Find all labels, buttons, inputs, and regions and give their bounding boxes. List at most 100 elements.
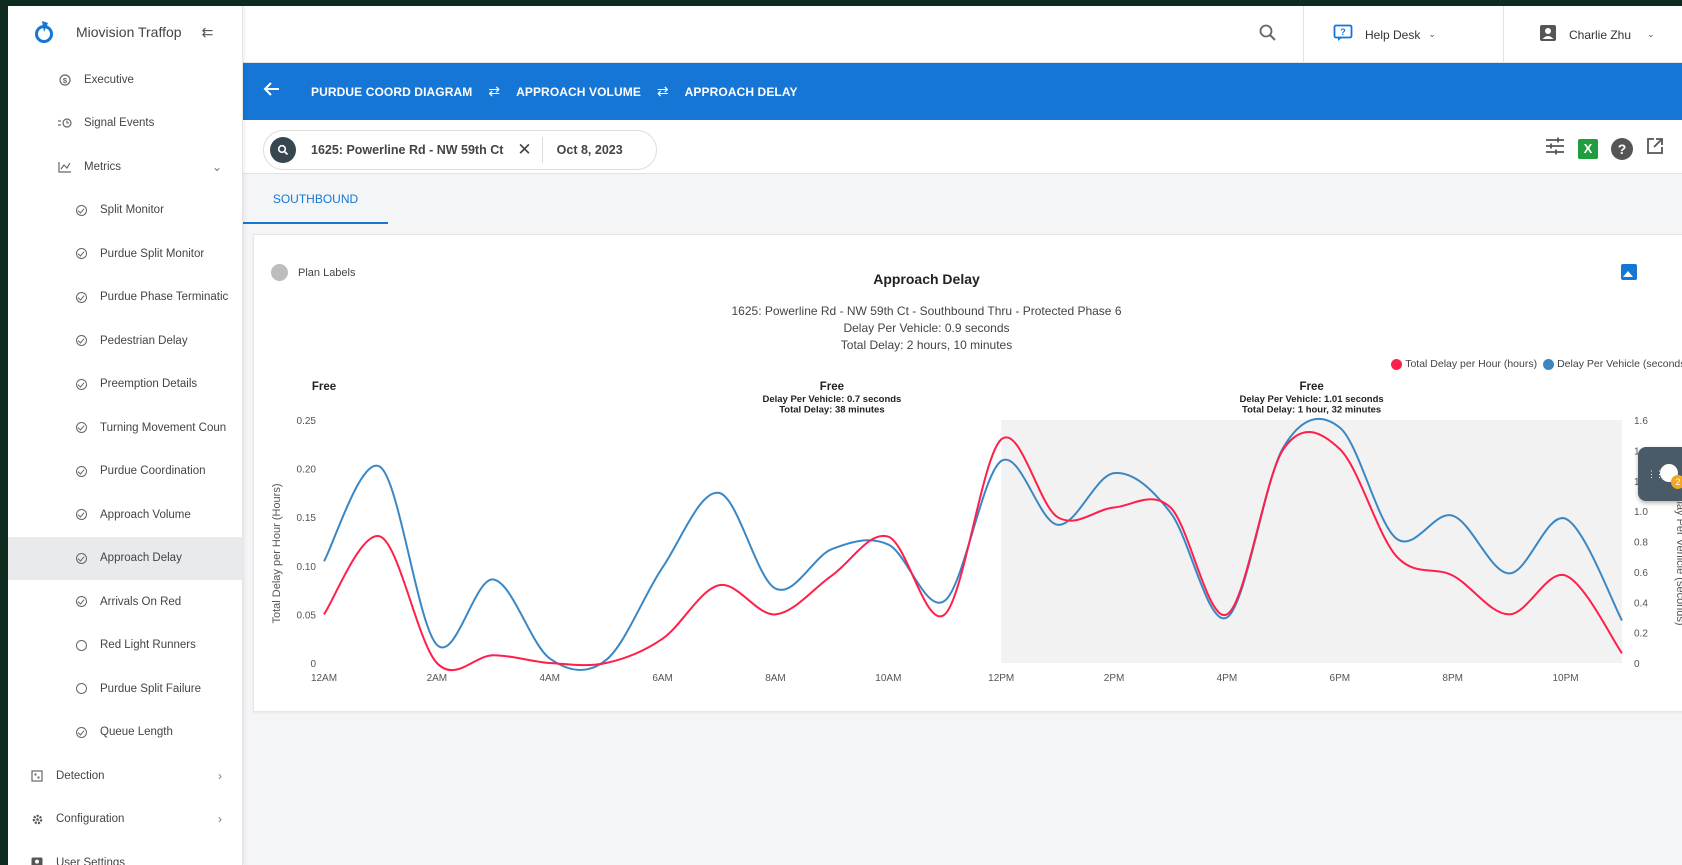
y-tick-label: 0.15 — [297, 513, 317, 524]
sidebar-item-purdue-split-monitor[interactable]: Purdue Split Monitor — [8, 232, 242, 276]
legend-label: Total Delay per Hour (hours) — [1405, 358, 1538, 370]
sidebar-item-label: Split Monitor — [100, 204, 164, 217]
excel-export-icon[interactable]: X — [1578, 138, 1598, 159]
legend-item-total-delay[interactable]: Total Delay per Hour (hours) — [1391, 358, 1537, 370]
legend-marker-icon — [1391, 358, 1403, 370]
sidebar-item-approach-volume[interactable]: Approach Volume — [8, 493, 242, 537]
sidebar-item-purdue-coordination[interactable]: Purdue Coordination — [8, 450, 242, 494]
check-circle-icon — [74, 595, 88, 609]
sidebar-item-purdue-split-failure[interactable]: Purdue Split Failure — [8, 667, 242, 711]
detection-icon — [30, 769, 44, 783]
sidebar-item-detection[interactable]: Detection › — [8, 754, 242, 798]
approach-delay-chart-card: Plan Labels Approach Delay 1625: Powerli… — [253, 234, 1682, 712]
plan-label: Free — [820, 381, 844, 393]
tab-southbound[interactable]: SOUTHBOUND — [243, 176, 388, 224]
location-date-filter[interactable]: 1625: Powerline Rd - NW 59th Ct ✕ Oct 8,… — [263, 130, 657, 170]
y2-tick-label: 0.6 — [1634, 568, 1648, 579]
chart-subtitle-delay-per-vehicle: Delay Per Vehicle: 0.9 seconds — [843, 321, 1010, 335]
back-arrow-icon[interactable] — [263, 81, 291, 102]
topbar-divider — [1303, 6, 1304, 63]
search-icon[interactable] — [1258, 23, 1278, 43]
metric-breadcrumb-bar: PURDUE COORD DIAGRAM ⇄ APPROACH VOLUME ⇄… — [243, 63, 1682, 120]
sidebar-item-executive[interactable]: $ Executive — [8, 58, 242, 102]
sidebar-item-label: Executive — [84, 73, 134, 86]
sidebar-item-pedestrian-delay[interactable]: Pedestrian Delay — [8, 319, 242, 363]
help-icon[interactable]: ? — [1611, 137, 1633, 160]
open-external-icon[interactable] — [1646, 137, 1664, 160]
tune-icon[interactable] — [1545, 137, 1565, 160]
x-tick-label: 4PM — [1217, 673, 1238, 684]
check-circle-icon — [74, 377, 88, 391]
y2-axis-title: Delay Per Vehicle (seconds) — [1674, 487, 1682, 625]
help-desk-label: Help Desk — [1365, 27, 1421, 42]
filter-bar: 1625: Powerline Rd - NW 59th Ct ✕ Oct 8,… — [243, 120, 1682, 174]
sidebar-item-arrivals-on-red[interactable]: Arrivals On Red — [8, 580, 242, 624]
sidebar-item-split-monitor[interactable]: Split Monitor — [8, 189, 242, 233]
breadcrumb-approach-volume[interactable]: APPROACH VOLUME — [516, 85, 641, 99]
breadcrumb-purdue-coord-diagram[interactable]: PURDUE COORD DIAGRAM — [311, 85, 472, 99]
y-axis-title: Total Delay per Hour (Hours) — [271, 484, 283, 624]
divider — [541, 137, 543, 163]
circle-icon — [74, 682, 88, 696]
search-icon[interactable] — [270, 137, 296, 163]
location-value[interactable]: 1625: Powerline Rd - NW 59th Ct — [311, 143, 503, 157]
check-circle-icon — [74, 290, 88, 304]
x-tick-label: 10PM — [1553, 673, 1579, 684]
chevron-right-icon: › — [218, 768, 222, 783]
sidebar-item-label: Purdue Coordination — [100, 465, 206, 478]
collapse-sidebar-icon[interactable]: ⇇ — [202, 24, 214, 41]
y-tick-label: 0.25 — [297, 416, 317, 427]
swap-arrows-icon: ⇄ — [656, 83, 669, 99]
circle-icon — [74, 638, 88, 652]
sidebar-item-label: User Settings — [56, 856, 126, 865]
brand: Miovision Traffop ⇇ — [8, 6, 242, 58]
x-tick-label: 10AM — [875, 673, 901, 684]
plan-stat-label: Delay Per Vehicle: 1.01 seconds — [1240, 394, 1384, 405]
sidebar-item-label: Detection — [56, 769, 105, 782]
sidebar-item-label: Purdue Split Failure — [100, 682, 201, 695]
sidebar-nav: $ Executive Signal Events Metrics ⌄ Split Mon… — [8, 58, 242, 865]
x-tick-label: 12PM — [988, 673, 1014, 684]
x-tick-label: 6PM — [1330, 673, 1351, 684]
check-circle-icon — [74, 203, 88, 217]
sidebar-item-preemption-details[interactable]: Preemption Details — [8, 363, 242, 407]
sidebar-item-metrics[interactable]: Metrics ⌄ — [8, 145, 242, 189]
sidebar-item-queue-length[interactable]: Queue Length — [8, 711, 242, 755]
date-value[interactable]: Oct 8, 2023 — [557, 143, 623, 157]
y2-tick-label: 0.2 — [1634, 629, 1648, 640]
sidebar-item-purdue-phase-terminatic[interactable]: Purdue Phase Terminatic — [8, 276, 242, 320]
sidebar-item-configuration[interactable]: Configuration › — [8, 798, 242, 842]
breadcrumb-approach-delay[interactable]: APPROACH DELAY — [685, 85, 798, 99]
y2-tick-label: 1.6 — [1634, 416, 1648, 427]
chevron-down-icon: ⌄ — [1647, 29, 1655, 39]
sidebar-item-user-settings[interactable]: User Settings — [8, 841, 242, 865]
legend-item-delay-per-vehicle[interactable]: Delay Per Vehicle (seconds) — [1543, 358, 1682, 370]
download-image-icon[interactable] — [1621, 264, 1637, 280]
help-desk-icon: ? — [1333, 24, 1353, 45]
sidebar-item-label: Purdue Phase Terminatic — [100, 291, 229, 304]
app-title: Miovision Traffop — [76, 24, 182, 40]
direction-tabs: SOUTHBOUND — [243, 176, 1682, 224]
sidebar-item-red-light-runners[interactable]: Red Light Runners — [8, 624, 242, 668]
svg-text:?: ? — [1340, 27, 1346, 37]
help-desk-menu[interactable]: ? Help Desk ⌄ — [1333, 24, 1436, 45]
sidebar-item-turning-movement-coun[interactable]: Turning Movement Coun — [8, 406, 242, 450]
miovision-logo-icon[interactable] — [34, 19, 54, 45]
sidebar-item-label: Arrivals On Red — [100, 595, 182, 608]
chart-tools: X ? — [1545, 137, 1664, 160]
chevron-down-icon: ⌄ — [211, 159, 222, 174]
app-window: Miovision Traffop ⇇ $ Executive Signal Eve… — [8, 6, 1682, 865]
sidebar-item-approach-delay[interactable]: Approach Delay — [8, 536, 242, 580]
chart-title: Approach Delay — [873, 271, 980, 287]
svg-text:$: $ — [63, 76, 68, 85]
user-settings-icon — [30, 856, 44, 865]
y2-tick-label: 0 — [1634, 659, 1640, 670]
sidebar-item-signal-events[interactable]: Signal Events — [8, 102, 242, 146]
user-menu[interactable]: Charlie Zhu ⌄ — [1539, 24, 1655, 45]
top-bar: ? Help Desk ⌄ Charlie Zhu ⌄ — [243, 6, 1682, 63]
series-line-total-delay — [323, 430, 1623, 671]
assistant-widget[interactable]: ⋮⋮ 2 — [1638, 447, 1682, 501]
x-tick-label: 4AM — [539, 673, 560, 684]
y2-tick-label: 0.8 — [1634, 538, 1648, 549]
close-icon[interactable]: ✕ — [517, 140, 531, 160]
